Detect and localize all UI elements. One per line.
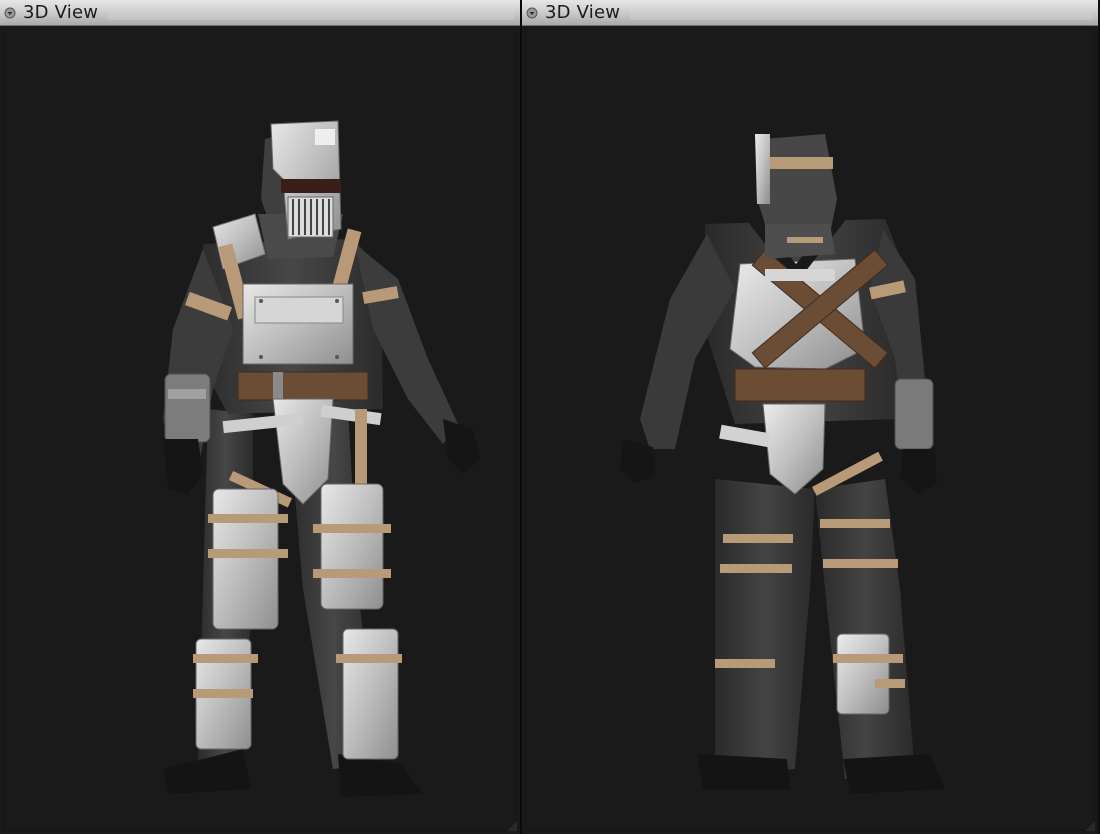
resize-corner-icon[interactable] [507,821,517,831]
collapse-arrow-icon[interactable] [3,6,17,20]
collapse-arrow-icon[interactable] [525,6,539,20]
character-model-back-view [620,134,945,794]
titlebar-grip[interactable] [108,5,514,20]
resize-corner-icon[interactable] [1085,821,1095,831]
3d-viewport-back[interactable] [525,29,1095,831]
3d-view-panel-front: 3D View [0,0,522,834]
3d-view-panel-back: 3D View [522,0,1098,834]
app-window: 3D View 3D View [0,0,1100,834]
titlebar-grip[interactable] [630,5,1092,20]
character-model-front-view [163,120,481,797]
panel-titlebar[interactable]: 3D View [522,0,1098,26]
panel-title: 3D View [23,1,99,23]
panel-title: 3D View [545,1,621,23]
panel-titlebar[interactable]: 3D View [0,0,520,26]
3d-viewport-front[interactable] [3,29,517,831]
